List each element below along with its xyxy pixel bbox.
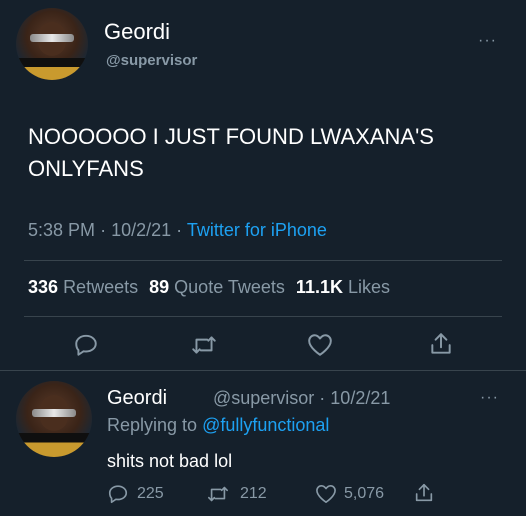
tweet-source[interactable]: Twitter for iPhone — [187, 220, 327, 240]
retweets-stat[interactable]: 336 Retweets — [28, 277, 143, 297]
reply-action-bar: 225 212 5,076 — [107, 483, 526, 509]
replying-to: Replying to @fullyfunctional — [107, 415, 329, 436]
reply-count: 225 — [137, 485, 164, 502]
tweet-text: NOOOOOO I JUST FOUND LWAXANA'S ONLYFANS — [28, 121, 518, 185]
likes-count: 11.1K — [295, 277, 343, 297]
replying-label: Replying to — [107, 415, 198, 435]
like-count: 5,076 — [344, 485, 385, 502]
quotes-label: Quote Tweets — [174, 277, 285, 297]
tweet-text-line-1: NOOOOOO I JUST FOUND LWAXANA'S — [28, 124, 434, 149]
divider — [24, 260, 502, 261]
share-icon[interactable] — [428, 331, 454, 357]
reply-tweet[interactable]: Geordi @supervisor · 10/2/21 ··· Replyin… — [0, 371, 526, 516]
divider — [24, 316, 502, 317]
reply-icon[interactable] — [107, 483, 129, 505]
display-name[interactable]: Geordi — [107, 387, 167, 410]
engagement-stats: 336 Retweets 89 Quote Tweets 11.1K Likes — [28, 277, 390, 298]
heart-icon[interactable] — [315, 484, 337, 504]
separator: · — [176, 220, 183, 240]
heart-icon[interactable] — [307, 333, 333, 357]
quotes-count: 89 — [149, 277, 170, 297]
retweets-count: 336 — [28, 277, 59, 297]
share-icon[interactable] — [413, 482, 435, 504]
replying-to-handle[interactable]: @fullyfunctional — [202, 415, 329, 435]
main-tweet: Geordi @supervisor ··· NOOOOOO I JUST FO… — [0, 0, 526, 370]
handle-date[interactable]: @supervisor · 10/2/21 — [213, 388, 390, 409]
retweet-icon[interactable] — [190, 332, 218, 358]
more-menu-icon[interactable]: ··· — [478, 32, 497, 50]
avatar[interactable] — [16, 8, 88, 80]
quotes-stat[interactable]: 89 Quote Tweets — [149, 277, 290, 297]
tweet-text-line-2: ONLYFANS — [28, 156, 144, 181]
avatar[interactable] — [16, 381, 92, 457]
display-name[interactable]: Geordi — [104, 19, 170, 45]
tweet-date[interactable]: 10/2/21 — [111, 220, 171, 240]
reply-icon[interactable] — [73, 332, 99, 358]
likes-stat[interactable]: 11.1K Likes — [296, 277, 390, 297]
retweet-icon[interactable] — [206, 483, 230, 505]
retweet-count: 212 — [240, 485, 267, 502]
reply-text: shits not bad lol — [107, 451, 233, 471]
timestamp-row: 5:38 PM · 10/2/21 · Twitter for iPhone — [28, 220, 327, 241]
retweets-label: Retweets — [63, 277, 139, 297]
handle[interactable]: @supervisor — [106, 52, 197, 69]
more-menu-icon[interactable]: ··· — [480, 389, 499, 407]
likes-label: Likes — [347, 277, 391, 297]
tweet-time[interactable]: 5:38 PM — [28, 220, 95, 240]
separator: · — [100, 220, 107, 240]
